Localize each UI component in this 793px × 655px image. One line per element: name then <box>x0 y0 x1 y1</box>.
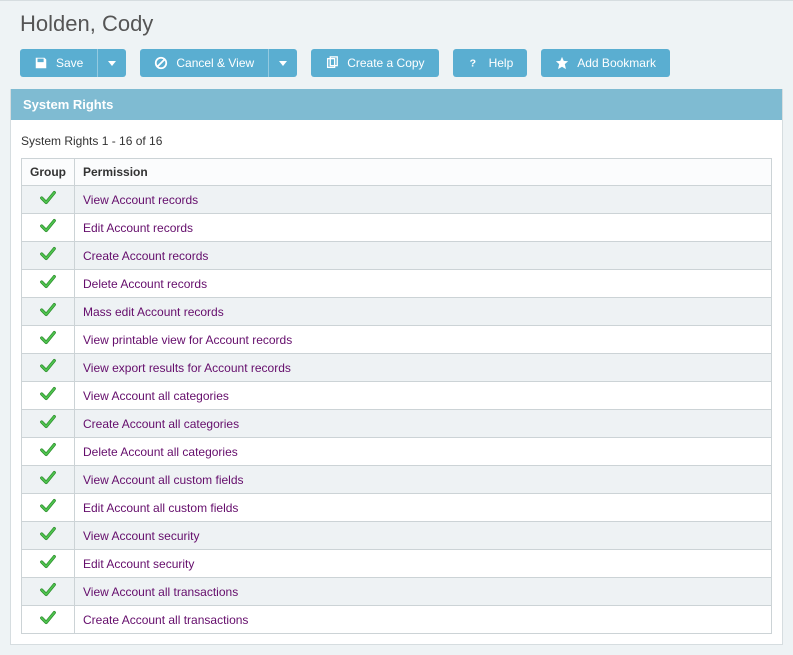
create-copy-button[interactable]: Create a Copy <box>311 49 438 77</box>
chevron-down-icon <box>108 61 116 66</box>
permission-cell: Delete Account records <box>75 270 772 298</box>
table-row[interactable]: View Account all transactions <box>22 578 772 606</box>
permission-cell: Mass edit Account records <box>75 298 772 326</box>
permission-cell: View Account all custom fields <box>75 466 772 494</box>
create-copy-button-label: Create a Copy <box>347 56 424 70</box>
group-cell <box>22 298 75 326</box>
permission-cell: Create Account all transactions <box>75 606 772 634</box>
table-row[interactable]: Create Account all transactions <box>22 606 772 634</box>
add-bookmark-button-label: Add Bookmark <box>577 56 656 70</box>
check-icon <box>39 553 57 574</box>
table-row[interactable]: Mass edit Account records <box>22 298 772 326</box>
rights-table: Group Permission View Account recordsEdi… <box>21 158 772 634</box>
table-row[interactable]: View printable view for Account records <box>22 326 772 354</box>
group-cell <box>22 382 75 410</box>
group-cell <box>22 186 75 214</box>
permission-cell: Edit Account all custom fields <box>75 494 772 522</box>
table-row[interactable]: Create Account all categories <box>22 410 772 438</box>
group-cell <box>22 606 75 634</box>
check-icon <box>39 245 57 266</box>
cancel-icon <box>154 56 168 70</box>
table-row[interactable]: View export results for Account records <box>22 354 772 382</box>
col-header-permission[interactable]: Permission <box>75 159 772 186</box>
check-icon <box>39 301 57 322</box>
permission-cell: View Account records <box>75 186 772 214</box>
permission-cell: Create Account all categories <box>75 410 772 438</box>
table-row[interactable]: Edit Account all custom fields <box>22 494 772 522</box>
group-cell <box>22 578 75 606</box>
check-icon <box>39 441 57 462</box>
check-icon <box>39 469 57 490</box>
table-row[interactable]: Delete Account all categories <box>22 438 772 466</box>
table-row[interactable]: Edit Account records <box>22 214 772 242</box>
help-button-label: Help <box>489 56 514 70</box>
check-icon <box>39 581 57 602</box>
group-cell <box>22 550 75 578</box>
check-icon <box>39 189 57 210</box>
toolbar: Save Cancel & View Create a Copy ? Help <box>0 45 793 89</box>
star-icon <box>555 56 569 70</box>
table-row[interactable]: View Account records <box>22 186 772 214</box>
check-icon <box>39 385 57 406</box>
save-dropdown-button[interactable] <box>97 49 126 77</box>
check-icon <box>39 497 57 518</box>
chevron-down-icon <box>279 61 287 66</box>
permission-cell: View export results for Account records <box>75 354 772 382</box>
check-icon <box>39 217 57 238</box>
group-cell <box>22 214 75 242</box>
permission-cell: View Account security <box>75 522 772 550</box>
save-button-label: Save <box>56 56 83 70</box>
cancel-view-button-group: Cancel & View <box>140 49 297 77</box>
svg-text:?: ? <box>469 58 475 70</box>
panel-title: System Rights <box>11 89 782 120</box>
check-icon <box>39 329 57 350</box>
table-row[interactable]: View Account all categories <box>22 382 772 410</box>
page-title: Holden, Cody <box>0 0 793 45</box>
table-row[interactable]: View Account all custom fields <box>22 466 772 494</box>
table-row[interactable]: Edit Account security <box>22 550 772 578</box>
help-button[interactable]: ? Help <box>453 49 528 77</box>
group-cell <box>22 270 75 298</box>
permission-cell: View printable view for Account records <box>75 326 772 354</box>
cancel-view-button-label: Cancel & View <box>176 56 254 70</box>
group-cell <box>22 326 75 354</box>
permission-cell: Delete Account all categories <box>75 438 772 466</box>
group-cell <box>22 522 75 550</box>
check-icon <box>39 273 57 294</box>
copy-icon <box>325 56 339 70</box>
group-cell <box>22 438 75 466</box>
check-icon <box>39 525 57 546</box>
col-header-group[interactable]: Group <box>22 159 75 186</box>
permission-cell: Create Account records <box>75 242 772 270</box>
help-icon: ? <box>467 56 481 70</box>
check-icon <box>39 609 57 630</box>
add-bookmark-button[interactable]: Add Bookmark <box>541 49 670 77</box>
panel: System Rights System Rights 1 - 16 of 16… <box>10 89 783 645</box>
permission-cell: Edit Account security <box>75 550 772 578</box>
save-button-group: Save <box>20 49 126 77</box>
save-button[interactable]: Save <box>20 49 97 77</box>
cancel-view-dropdown-button[interactable] <box>268 49 297 77</box>
panel-count: System Rights 1 - 16 of 16 <box>11 120 782 158</box>
group-cell <box>22 410 75 438</box>
permission-cell: View Account all categories <box>75 382 772 410</box>
table-row[interactable]: View Account security <box>22 522 772 550</box>
check-icon <box>39 357 57 378</box>
save-icon <box>34 56 48 70</box>
cancel-view-button[interactable]: Cancel & View <box>140 49 268 77</box>
table-row[interactable]: Create Account records <box>22 242 772 270</box>
permission-cell: View Account all transactions <box>75 578 772 606</box>
check-icon <box>39 413 57 434</box>
permission-cell: Edit Account records <box>75 214 772 242</box>
group-cell <box>22 466 75 494</box>
group-cell <box>22 242 75 270</box>
group-cell <box>22 494 75 522</box>
group-cell <box>22 354 75 382</box>
table-row[interactable]: Delete Account records <box>22 270 772 298</box>
